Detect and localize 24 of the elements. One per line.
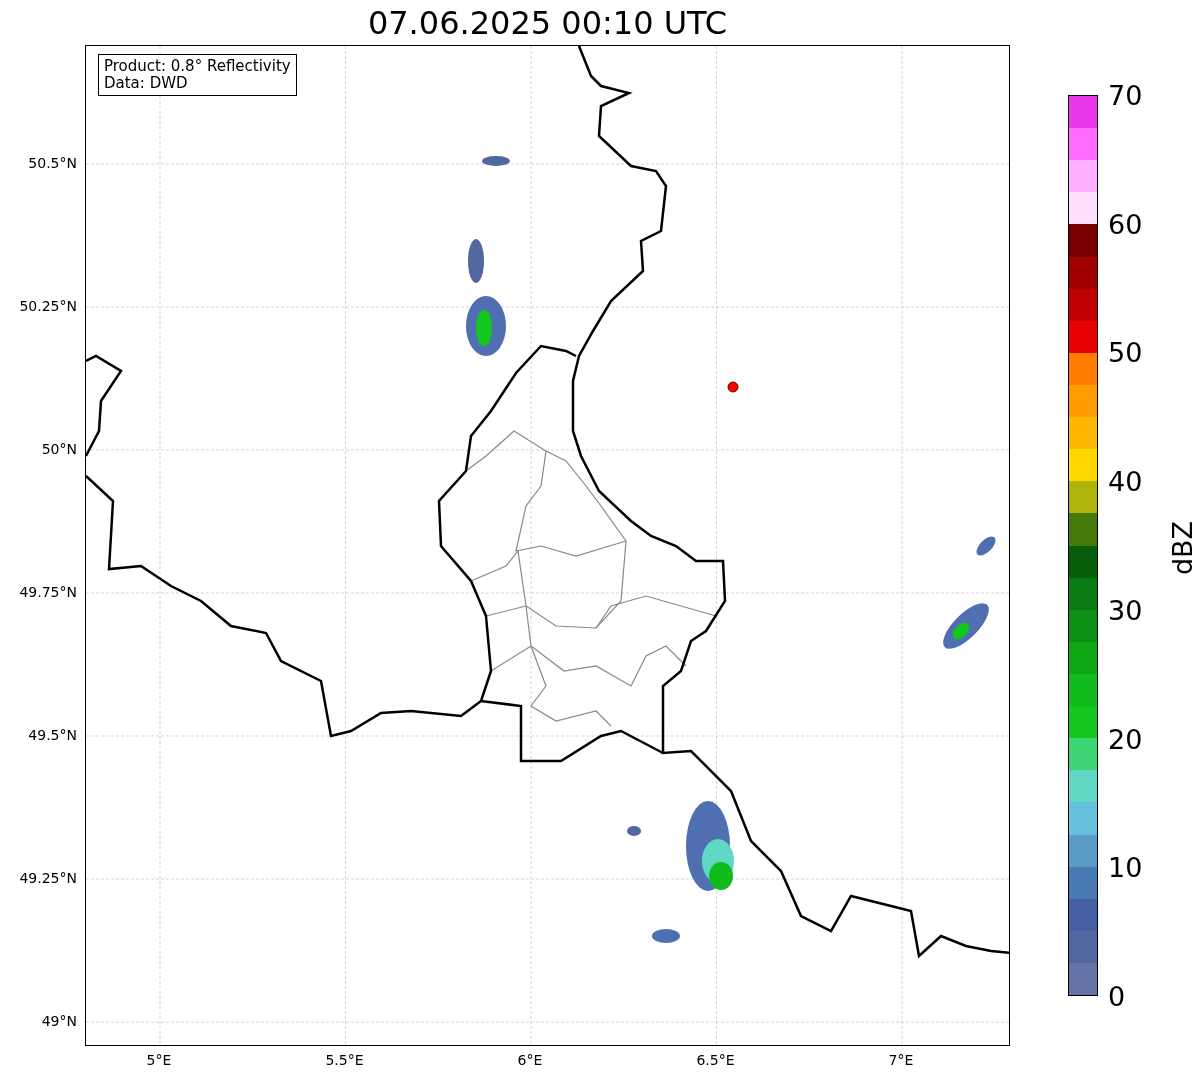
- info-text: Product: 0.8° Reflectivity: [104, 58, 291, 75]
- latitude-label: 49.75°N: [19, 584, 77, 600]
- info-text: Data: DWD: [104, 75, 189, 92]
- longitude-label: 6°E: [517, 1052, 543, 1068]
- longitude-label: 7°E: [888, 1052, 914, 1068]
- colorbar-tick-label: 40: [1108, 467, 1143, 495]
- latitude-label: 49.5°N: [28, 727, 77, 743]
- colorbar-tick-label: 60: [1108, 210, 1143, 238]
- latitude-label: 50°N: [41, 441, 77, 457]
- colorbar-tick-label: 50: [1108, 338, 1143, 366]
- colorbar-tick-label: 20: [1108, 725, 1143, 753]
- latitude-label: 50.5°N: [28, 155, 77, 171]
- colorbar-tick-label: 30: [1108, 596, 1143, 624]
- colorbar-tick-label: 0: [1108, 982, 1126, 1010]
- latitude-label: 50.25°N: [19, 298, 77, 314]
- longitude-label: 5.5°E: [325, 1052, 364, 1068]
- latitude-label: 49°N: [41, 1013, 77, 1029]
- chart-title: 07.06.2025 00:10 UTC: [366, 4, 729, 42]
- latitude-label: 49.25°N: [19, 870, 77, 886]
- longitude-label: 5°E: [146, 1052, 172, 1068]
- colorbar-label: dBZ: [1166, 520, 1198, 576]
- colorbar-tick-label: 70: [1108, 81, 1143, 109]
- colorbar-tick-label: 10: [1108, 853, 1143, 881]
- longitude-label: 6.5°E: [696, 1052, 735, 1068]
